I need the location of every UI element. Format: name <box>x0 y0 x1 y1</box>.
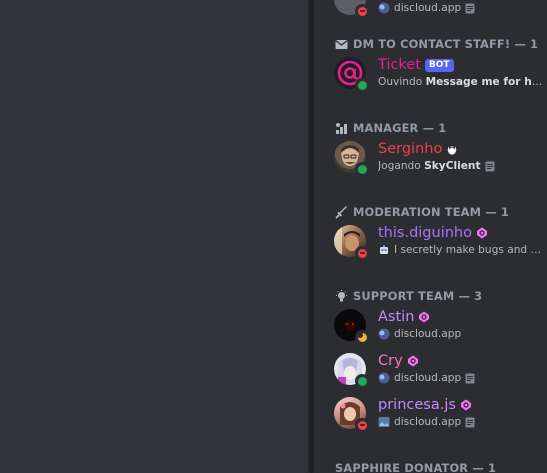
member-serginho[interactable]: Serginho Jogando SkyClient <box>334 138 545 176</box>
member-name: this.diguinho <box>378 224 488 242</box>
member-activity: discloud.app <box>378 415 546 429</box>
rich-presence-icon <box>465 373 475 383</box>
chat-pane <box>0 0 307 473</box>
member-cry[interactable]: Cry discloud.app <box>334 350 545 388</box>
avatar <box>334 0 369 18</box>
member-ticket[interactable]: Ticket BOT Ouvindo Message me for help! <box>334 54 546 92</box>
game-image-icon <box>378 417 390 427</box>
discloud-icon <box>378 2 390 14</box>
avatar <box>334 141 369 176</box>
sword-icon <box>335 206 348 219</box>
member-activity: Jogando SkyClient <box>378 159 546 173</box>
member-activity: discloud.app <box>378 1 546 15</box>
group-header-sapphire: SAPPHIRE DONATOR — 1 <box>335 461 497 473</box>
member-diguinho[interactable]: this.diguinho I secretly make bugs and b… <box>334 222 546 260</box>
robot-emoji-icon <box>380 245 388 254</box>
avatar <box>334 353 369 388</box>
member-partial[interactable]: discloud.app <box>334 0 545 18</box>
member-astin[interactable]: Astin discloud.app <box>334 306 545 344</box>
member-activity: discloud.app <box>378 327 546 341</box>
penguin-icon <box>448 144 457 155</box>
member-name: Serginho <box>378 140 458 158</box>
member-name: Ticket BOT <box>378 56 454 74</box>
scrollbar-track[interactable] <box>307 0 316 473</box>
rich-presence-icon <box>465 3 475 13</box>
nitro-boost-icon <box>419 311 430 323</box>
group-header-moderation: MODERATION TEAM — 1 <box>335 205 509 219</box>
member-activity: I secretly make bugs and br... <box>378 243 546 257</box>
discloud-icon <box>378 328 390 340</box>
status-dnd <box>355 246 369 260</box>
group-header-manager: MANAGER — 1 <box>335 121 446 135</box>
avatar <box>334 225 369 260</box>
nitro-boost-icon <box>476 227 487 239</box>
member-activity: discloud.app <box>378 371 546 385</box>
member-name: princesa.js <box>378 396 472 414</box>
nitro-boost-icon <box>407 355 418 367</box>
rich-presence-icon <box>465 417 475 427</box>
avatar <box>334 309 369 344</box>
discloud-icon <box>378 372 390 384</box>
member-list: discloud.app DM TO CONTACT STAFF! — 1 Ti… <box>316 0 547 473</box>
member-princesa[interactable]: princesa.js discloud.app <box>334 394 545 432</box>
member-name: Cry <box>378 352 419 370</box>
bot-tag: BOT <box>424 58 454 72</box>
avatar <box>334 57 369 92</box>
mail-icon <box>335 39 348 49</box>
status-online <box>355 162 369 176</box>
nitro-boost-icon <box>460 399 471 411</box>
manager-icon <box>336 122 347 134</box>
status-dnd <box>355 4 369 18</box>
bulb-icon <box>336 289 347 301</box>
scrollbar-thumb[interactable] <box>309 0 314 473</box>
rich-presence-icon <box>485 161 495 171</box>
status-online <box>355 78 369 92</box>
status-dnd <box>355 418 369 432</box>
member-activity: Ouvindo Message me for help! <box>378 76 546 88</box>
status-idle <box>355 330 369 344</box>
status-online <box>355 374 369 388</box>
group-header-contact-staff: DM TO CONTACT STAFF! — 1 <box>335 37 538 51</box>
avatar <box>334 397 369 432</box>
group-header-support: SUPPORT TEAM — 3 <box>335 289 482 303</box>
member-name: Astin <box>378 308 430 326</box>
